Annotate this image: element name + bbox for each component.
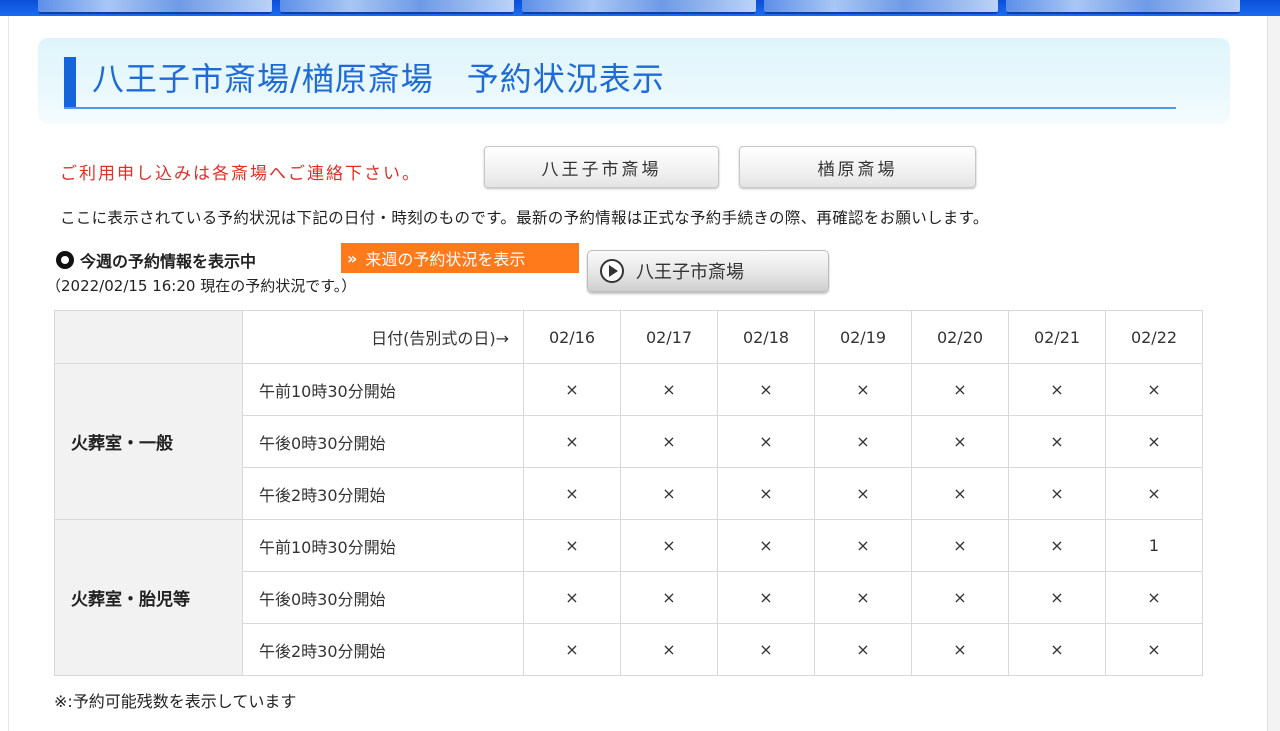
header-accent-bar <box>64 57 76 109</box>
availability-cell: × <box>620 519 718 572</box>
availability-cell: × <box>717 415 815 468</box>
availability-cell: × <box>1105 363 1203 416</box>
availability-cell: × <box>620 467 718 520</box>
availability-cell: × <box>523 415 621 468</box>
time-slot: 午後0時30分開始 <box>242 415 524 468</box>
date-header: 02/16 <box>523 310 621 364</box>
footnote: ※:予約可能残数を表示しています <box>54 692 297 711</box>
availability-cell: × <box>911 467 1009 520</box>
availability-cell: × <box>717 467 815 520</box>
date-header: 02/21 <box>1008 310 1106 364</box>
availability-cell: × <box>1008 623 1106 676</box>
availability-cell: × <box>620 415 718 468</box>
availability-cell: × <box>814 363 912 416</box>
play-icon <box>600 259 624 283</box>
date-header: 02/22 <box>1105 310 1203 364</box>
availability-cell: × <box>1105 415 1203 468</box>
time-slot: 午後0時30分開始 <box>242 571 524 624</box>
availability-cell: × <box>911 623 1009 676</box>
availability-cell: × <box>523 363 621 416</box>
availability-cell: × <box>814 415 912 468</box>
date-header: 02/19 <box>814 310 912 364</box>
double-chevron-right-icon: » <box>347 248 358 268</box>
table-corner-cell <box>54 310 243 364</box>
next-week-link[interactable]: » 来週の予約状況を表示 <box>341 243 579 273</box>
top-banner <box>0 0 1280 16</box>
banner-segment <box>38 0 272 14</box>
availability-cell: × <box>1105 623 1203 676</box>
contact-notice: ご利用申し込みは各斎場へご連絡下さい。 <box>60 164 421 184</box>
availability-cell: × <box>814 623 912 676</box>
current-week-label: 今週の予約情報を表示中 <box>80 252 257 271</box>
table-row: 火葬室・一般 午前10時30分開始 × × × × × × × <box>54 363 1203 520</box>
availability-cell: × <box>523 571 621 624</box>
availability-cell: × <box>523 623 621 676</box>
availability-cell: 1 <box>1105 519 1203 572</box>
next-week-label: 来週の予約状況を表示 <box>365 250 526 269</box>
date-header: 02/17 <box>620 310 718 364</box>
time-slot: 午前10時30分開始 <box>242 363 524 416</box>
availability-cell: × <box>717 623 815 676</box>
availability-cell: × <box>911 519 1009 572</box>
availability-cell: × <box>620 623 718 676</box>
as-of-timestamp: （2022/02/15 16:20 現在の予約状況です。） <box>46 277 357 295</box>
availability-cell: × <box>1008 571 1106 624</box>
availability-cell: × <box>717 519 815 572</box>
availability-cell: × <box>1105 467 1203 520</box>
page-title: 八王子市斎場/楢原斎場 予約状況表示 <box>92 60 665 98</box>
availability-cell: × <box>1105 571 1203 624</box>
availability-cell: × <box>814 467 912 520</box>
availability-cell: × <box>717 571 815 624</box>
category-cell: 火葬室・一般 <box>54 363 243 520</box>
availability-cell: × <box>814 571 912 624</box>
availability-cell: × <box>620 363 718 416</box>
availability-cell: × <box>911 363 1009 416</box>
date-header: 02/20 <box>911 310 1009 364</box>
hachioji-saijo-button[interactable]: 八王子市斎場 <box>484 146 719 188</box>
availability-cell: × <box>620 571 718 624</box>
reservation-table: 日付(告別式の日)→ 02/16 02/17 02/18 02/19 02/20… <box>54 310 1203 676</box>
category-cell: 火葬室・胎児等 <box>54 519 243 676</box>
availability-cell: × <box>523 519 621 572</box>
availability-cell: × <box>717 363 815 416</box>
header-underline <box>64 107 1176 109</box>
availability-cell: × <box>1008 467 1106 520</box>
table-header-row: 日付(告別式の日)→ 02/16 02/17 02/18 02/19 02/20… <box>54 310 1203 364</box>
time-slot: 午後2時30分開始 <box>242 467 524 520</box>
current-week-indicator: 今週の予約情報を表示中 <box>56 248 256 272</box>
availability-cell: × <box>1008 519 1106 572</box>
availability-cell: × <box>814 519 912 572</box>
time-slot: 午後2時30分開始 <box>242 623 524 676</box>
banner-segment <box>1006 0 1240 14</box>
facility-button-label: 八王子市斎場 <box>636 262 744 283</box>
banner-segment <box>280 0 514 14</box>
banner-segment <box>522 0 756 14</box>
narahara-saijo-button[interactable]: 楢原斎場 <box>739 146 976 188</box>
availability-cell: × <box>1008 415 1106 468</box>
scrollbar[interactable] <box>1267 16 1280 731</box>
date-header-label: 日付(告別式の日)→ <box>242 310 524 364</box>
radio-selected-icon <box>56 251 74 269</box>
availability-cell: × <box>523 467 621 520</box>
date-header: 02/18 <box>717 310 815 364</box>
banner-segment <box>764 0 998 14</box>
info-text: ここに表示されている予約状況は下記の日付・時刻のものです。最新の予約情報は正式な… <box>60 209 989 227</box>
time-slot: 午前10時30分開始 <box>242 519 524 572</box>
facility-select-button[interactable]: 八王子市斎場 <box>587 250 829 292</box>
availability-cell: × <box>911 571 1009 624</box>
availability-cell: × <box>1008 363 1106 416</box>
table-row: 火葬室・胎児等 午前10時30分開始 × × × × × × 1 <box>54 519 1203 676</box>
availability-cell: × <box>911 415 1009 468</box>
